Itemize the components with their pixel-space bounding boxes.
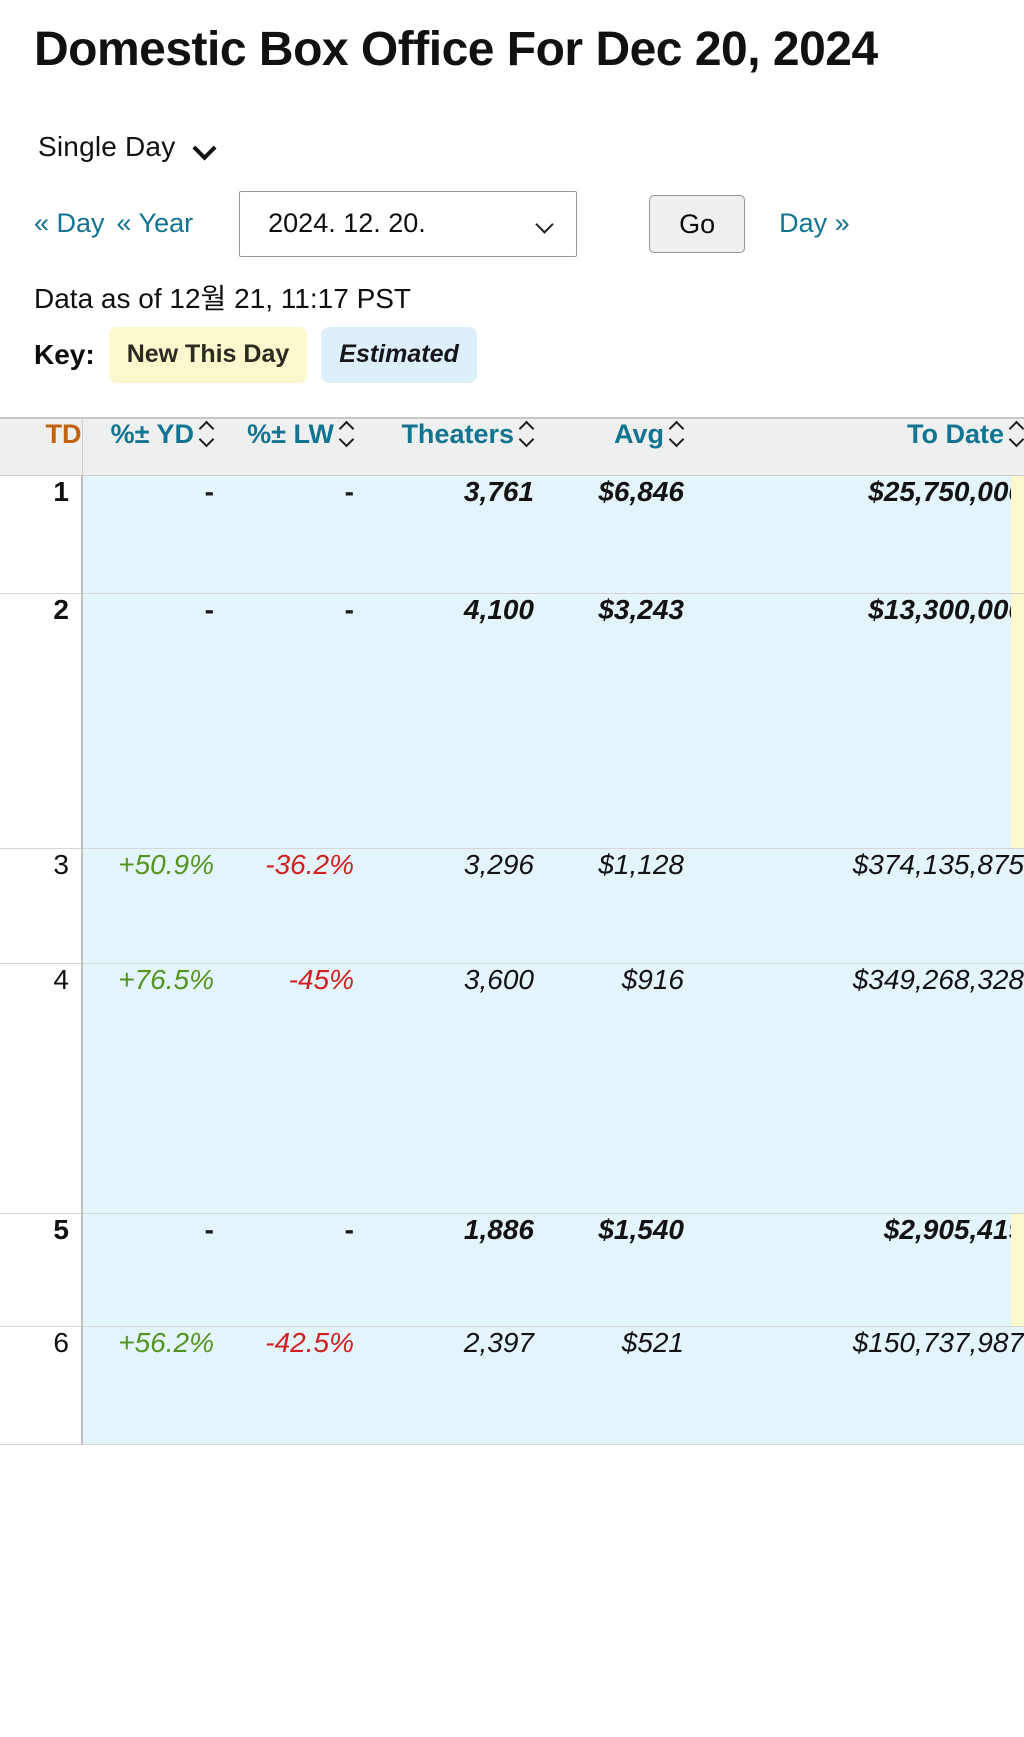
column-header-lw-pct-label: %± LW	[247, 418, 334, 449]
table-row[interactable]: 1- -3,761 $6,846 $25,750,000	[0, 475, 1024, 595]
cell-theaters: 1,886	[354, 1213, 534, 1328]
table-row[interactable]: 4 +76.5% -45% 3,600 $916 $349,268,328	[0, 963, 1024, 1215]
cell-lw-pct: -	[214, 593, 354, 850]
cell-theaters: 4,100	[354, 593, 534, 850]
cell-to-date: $150,737,987	[684, 1326, 1024, 1446]
cell-to-date: $2,905,419	[684, 1213, 1024, 1328]
box-office-table-wrap: TD %± YD %± LW Theaters Avg To Date 1 - …	[0, 416, 1024, 1446]
cell-yd-pct: -	[82, 1213, 214, 1328]
cell-theaters: 3,761	[354, 475, 534, 595]
sort-icon[interactable]	[670, 421, 684, 447]
cell-to-date: $349,268,328	[684, 963, 1024, 1215]
table-row[interactable]: 2- -4,100 $3,243 $13,300,000	[0, 593, 1024, 850]
table-header: TD %± YD %± LW Theaters Avg To Date	[0, 417, 1024, 477]
cell-rank: 2	[0, 593, 83, 850]
cell-to-date: $25,750,000	[684, 475, 1024, 595]
box-office-table: TD %± YD %± LW Theaters Avg To Date 1 - …	[0, 416, 1024, 1446]
prev-nav-group: « Day « Year	[34, 208, 193, 239]
cell-avg: $916	[534, 963, 684, 1215]
column-header-lw-pct[interactable]: %± LW	[214, 417, 354, 477]
cell-to-date: $374,135,875	[684, 848, 1024, 965]
cell-rank: 1	[0, 475, 83, 595]
cell-avg: $3,243	[534, 593, 684, 850]
table-row[interactable]: 5- -1,886 $1,540 $2,905,419	[0, 1213, 1024, 1328]
cell-yd-pct: -	[82, 593, 214, 850]
prev-year-link[interactable]: « Year	[117, 208, 194, 239]
data-as-of-text: Data as of 12월 21, 11:17 PST	[34, 282, 412, 314]
table-body: 1- -3,761 $6,846 $25,750,000 2- -4,100 $3,243 $…	[0, 475, 1024, 1446]
date-select-value: 2024. 12. 20.	[268, 208, 426, 239]
chevron-down-icon	[195, 140, 217, 153]
cell-avg: $521	[534, 1326, 684, 1446]
cell-theaters: 3,296	[354, 848, 534, 965]
cell-lw-pct: -42.5%	[214, 1326, 354, 1446]
sort-icon[interactable]	[1010, 421, 1024, 447]
chevron-down-icon	[536, 218, 556, 229]
cell-rank: 6	[0, 1326, 83, 1446]
sort-icon[interactable]	[340, 421, 354, 447]
cell-to-date: $13,300,000	[684, 593, 1024, 850]
cell-avg: $6,846	[534, 475, 684, 595]
cell-avg: $1,128	[534, 848, 684, 965]
go-button[interactable]: Go	[649, 194, 746, 253]
cell-yd-pct: +50.9%	[82, 848, 214, 965]
cell-avg: $1,540	[534, 1213, 684, 1328]
column-header-yd-pct[interactable]: %± YD	[82, 417, 214, 477]
cell-lw-pct: -	[214, 1213, 354, 1328]
sort-icon[interactable]	[520, 421, 534, 447]
cell-theaters: 2,397	[354, 1326, 534, 1446]
table-row[interactable]: 6 +56.2% -42.5% 2,397 $521 $150,737,987	[0, 1326, 1024, 1446]
column-header-to-date[interactable]: To Date	[684, 417, 1024, 477]
cell-rank: 4	[0, 963, 83, 1215]
table-row[interactable]: 3 +50.9% -36.2% 3,296 $1,128 $374,135,875	[0, 848, 1024, 965]
column-header-yd-pct-label: %± YD	[110, 418, 194, 449]
column-header-to-date-label: To Date	[906, 418, 1004, 449]
cell-yd-pct: -	[82, 475, 214, 595]
cell-yd-pct: +56.2%	[82, 1326, 214, 1446]
prev-day-link[interactable]: « Day	[34, 208, 105, 239]
cell-lw-pct: -45%	[214, 963, 354, 1215]
cell-lw-pct: -	[214, 475, 354, 595]
cell-rank: 3	[0, 848, 83, 965]
legend-key: Key: New This Day Estimated	[34, 326, 1024, 383]
table-header-row: TD %± YD %± LW Theaters Avg To Date	[0, 417, 1024, 477]
column-header-td-label: TD	[45, 418, 82, 449]
page-title: Domestic Box Office For Dec 20, 2024	[34, 23, 878, 76]
cell-theaters: 3,600	[354, 963, 534, 1215]
date-select[interactable]: 2024. 12. 20.	[239, 190, 578, 257]
column-header-theaters-label: Theaters	[401, 418, 514, 449]
date-navigation-bar: « Day « Year 2024. 12. 20. Go Day »	[34, 190, 974, 257]
cell-lw-pct: -36.2%	[214, 848, 354, 965]
next-day-link[interactable]: Day »	[779, 208, 850, 239]
column-header-theaters[interactable]: Theaters	[354, 417, 534, 477]
key-chip-estimated: Estimated	[321, 326, 477, 383]
view-selector[interactable]: Single Day	[38, 131, 1024, 163]
cell-yd-pct: +76.5%	[82, 963, 214, 1215]
view-selector-label: Single Day	[38, 130, 176, 162]
column-header-avg-label: Avg	[613, 418, 664, 449]
cell-rank: 5	[0, 1213, 83, 1328]
column-header-avg[interactable]: Avg	[534, 417, 684, 477]
column-header-td: TD	[0, 417, 83, 477]
key-label: Key:	[34, 338, 95, 370]
box-office-page: Domestic Box Office For Dec 20, 2024 Sin…	[0, 22, 1024, 1446]
sort-icon[interactable]	[200, 421, 214, 447]
key-chip-new-this-day: New This Day	[108, 326, 308, 383]
